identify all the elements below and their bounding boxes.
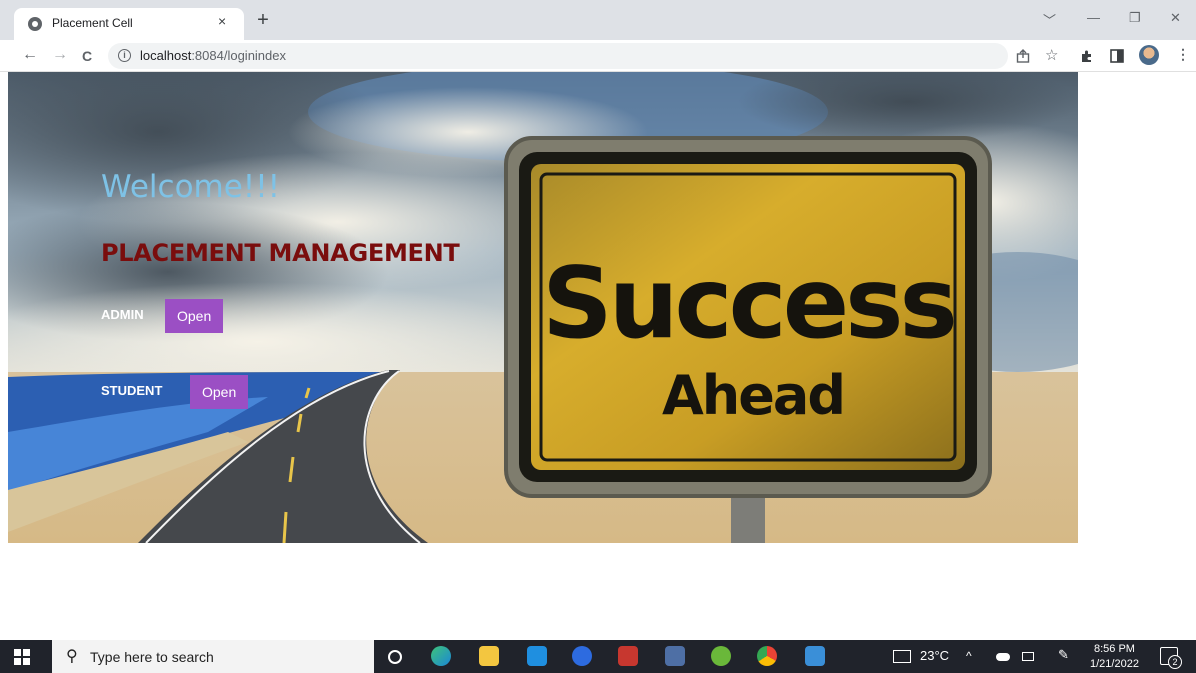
url-text: localhost:8084/loginindex [140, 48, 287, 63]
tab-search-icon[interactable]: ﹀ [1043, 10, 1056, 29]
browser-tab[interactable]: Placement Cell × [14, 8, 244, 40]
placement-management-title: PLACEMENT MANAGEMENT [101, 239, 460, 267]
mail-icon[interactable] [527, 646, 547, 666]
menu-kebab-icon[interactable]: ⋮ [1176, 46, 1190, 63]
sign-text-ahead: Ahead [662, 364, 844, 427]
clock-date: 1/21/2022 [1090, 658, 1139, 670]
taskbar-search-box[interactable]: ⚲ Type here to search [52, 640, 374, 673]
bookmark-star-icon[interactable]: ☆ [1045, 46, 1058, 64]
forward-icon[interactable]: → [52, 46, 68, 64]
tab-strip: Placement Cell × + ﹀ — ❐ ✕ [0, 0, 1196, 40]
cortana-icon[interactable] [388, 650, 402, 664]
taskbar: ⚲ Type here to search 23°C ^ ✎ 8:56 PM 1… [0, 640, 1196, 673]
student-label: STUDENT [101, 383, 163, 398]
globe-icon [28, 17, 42, 31]
restore-icon[interactable]: ❐ [1129, 10, 1141, 26]
close-window-icon[interactable]: ✕ [1170, 10, 1181, 26]
chevron-up-icon[interactable]: ^ [966, 649, 972, 663]
admin-label: ADMIN [101, 307, 144, 322]
browser-toolbar: ← → C i localhost:8084/loginindex ☆ ⋮ [0, 40, 1196, 72]
info-icon[interactable]: i [118, 49, 131, 62]
admin-open-button[interactable]: Open [165, 299, 224, 333]
clock-time: 8:56 PM [1093, 643, 1135, 655]
windows-start-icon[interactable] [14, 649, 30, 665]
onedrive-icon[interactable] [996, 653, 1010, 661]
netbeans-icon[interactable] [665, 646, 685, 666]
notification-count: 2 [1168, 655, 1182, 669]
webex-icon[interactable] [572, 646, 592, 666]
tab-close-icon[interactable]: × [218, 13, 226, 29]
extensions-icon[interactable] [1080, 49, 1094, 63]
weather-temperature[interactable]: 23°C [920, 648, 949, 663]
profile-avatar[interactable] [1139, 45, 1159, 65]
weather-widget-icon[interactable] [893, 650, 911, 663]
edge-icon[interactable] [431, 646, 451, 666]
vs-icon[interactable] [618, 646, 638, 666]
system-clock[interactable]: 8:56 PM 1/21/2022 [1090, 642, 1139, 672]
share-icon[interactable] [1016, 49, 1030, 63]
chrome-icon[interactable] [757, 646, 777, 666]
spring-icon[interactable] [711, 646, 731, 666]
battery-icon[interactable] [1022, 652, 1034, 661]
sign-text-success: Success [542, 247, 954, 361]
student-open-button[interactable]: Open [190, 375, 249, 409]
back-icon[interactable]: ← [22, 46, 38, 64]
minimize-icon[interactable]: — [1087, 10, 1100, 25]
search-icon: ⚲ [66, 648, 78, 665]
side-panel-icon[interactable] [1110, 49, 1124, 63]
new-tab-button[interactable]: + [250, 8, 276, 34]
success-ahead-sign: Success Ahead [504, 136, 992, 543]
file-explorer-icon[interactable] [479, 646, 499, 666]
tab-title: Placement Cell [52, 16, 133, 30]
hero-banner: Success Ahead Welcome!!! PLACEMENT MANAG… [8, 72, 1078, 543]
address-bar[interactable]: i localhost:8084/loginindex [108, 43, 1008, 69]
pen-icon[interactable]: ✎ [1058, 647, 1069, 663]
search-placeholder: Type here to search [90, 649, 214, 665]
welcome-heading: Welcome!!! [101, 169, 281, 205]
photos-icon[interactable] [805, 646, 825, 666]
reload-icon[interactable]: C [82, 48, 92, 64]
